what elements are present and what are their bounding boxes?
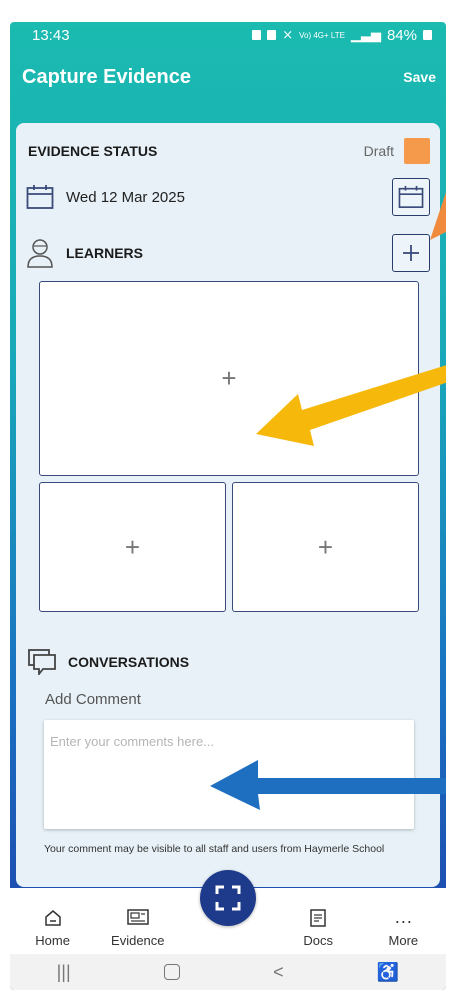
page-title: Capture Evidence [22,65,191,88]
docs-icon [310,909,326,927]
conversations-row: CONVERSATIONS [28,647,428,677]
nav-more-label: More [388,933,419,948]
evidence-icon [127,909,149,925]
status-color-chip[interactable] [404,138,430,164]
system-nav-bar: ||| < ♿ [10,954,446,990]
nav-home[interactable]: Home [18,909,88,948]
comment-input[interactable] [44,720,414,829]
alarm-icon [267,30,277,40]
status-time: 13:43 [32,26,70,44]
home-icon [44,910,61,926]
add-learner-button[interactable] [392,234,430,272]
evidence-date: Wed 12 Mar 2025 [66,188,185,206]
home-circle-icon[interactable] [163,964,180,980]
calendar-icon [398,185,424,208]
battery-text: 84% [386,26,417,44]
plus-icon: + [221,363,237,393]
plus-icon: + [317,531,334,562]
scan-icon [215,885,241,911]
plus-icon: + [124,531,141,562]
nav-docs-label: Docs [303,933,333,948]
plus-icon [403,245,419,261]
nav-more[interactable]: ··· More [368,911,438,948]
status-value: Draft [363,143,394,159]
nav-home-label: Home [35,933,70,948]
status-selector[interactable]: Draft [364,138,430,164]
date-picker-button[interactable] [392,178,430,216]
add-comment-label: Add Comment [45,691,141,708]
nav-docs[interactable]: Docs [283,909,353,948]
scan-button[interactable] [199,870,256,926]
add-photo-left[interactable]: + [39,482,226,612]
more-icon: ··· [394,911,413,931]
signal-icon: ▁▃▅ [350,27,381,42]
learners-label: LEARNERS [66,245,144,261]
evidence-status-label: EVIDENCE STATUS [28,143,158,159]
learners-row: LEARNERS [26,234,430,272]
status-bar: 13:43 ⨯ Vo) 4G+ LTE ▁▃▅ 84% [10,22,446,48]
add-photo-main[interactable]: + [39,281,419,476]
add-photo-right[interactable]: + [232,482,419,612]
learner-icon [27,239,53,268]
recents-icon[interactable]: ||| [57,962,71,983]
nav-evidence[interactable]: Evidence [103,909,173,948]
app-bar: Capture Evidence Save [10,52,446,102]
bottom-nav: Home Evidence Docs ··· More [10,870,446,954]
nav-evidence-label: Evidence [111,933,165,948]
conversation-icon [28,649,56,675]
mute-icon: ⨯ [282,27,294,42]
battery-icon [423,30,432,40]
back-icon[interactable]: < [273,962,284,983]
calendar-icon [26,185,54,209]
network-text: Vo) 4G+ LTE [299,30,345,40]
date-row: Wed 12 Mar 2025 [26,178,430,216]
save-button[interactable]: Save [403,69,436,85]
conversations-label: CONVERSATIONS [68,654,190,670]
phone-screen: 13:43 ⨯ Vo) 4G+ LTE ▁▃▅ 84% Capture Evid… [10,22,446,990]
evidence-status-row: EVIDENCE STATUS Draft [28,138,430,164]
accessibility-icon[interactable]: ♿ [377,962,399,983]
evidence-card: EVIDENCE STATUS Draft Wed 12 Mar 2025 LE… [16,123,440,887]
notification-icon [252,30,262,40]
status-icons: ⨯ Vo) 4G+ LTE ▁▃▅ 84% [252,27,432,44]
nav-scan[interactable] [188,870,268,948]
comment-disclaimer: Your comment may be visible to all staff… [44,843,385,855]
